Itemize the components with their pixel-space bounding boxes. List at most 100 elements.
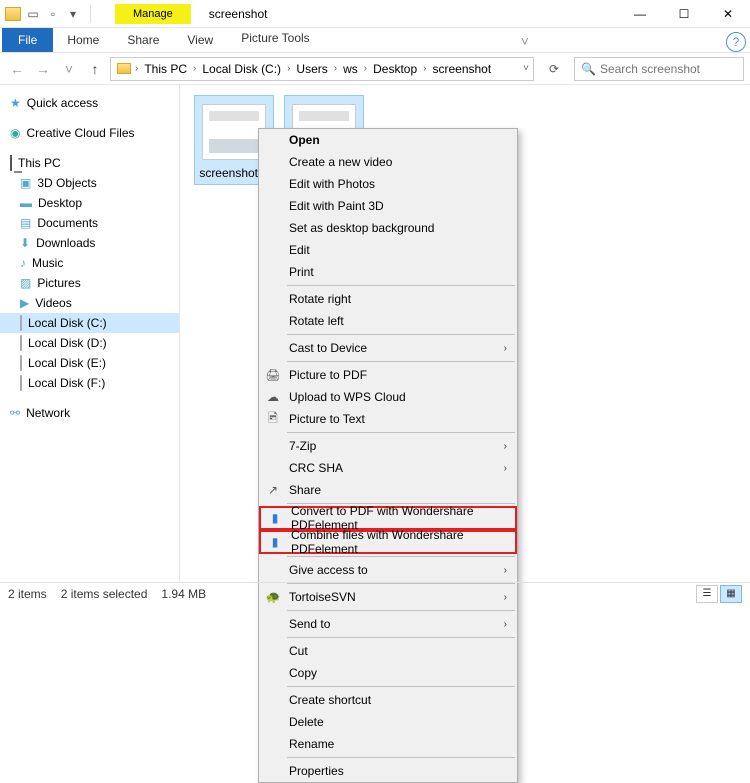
tab-home[interactable]: Home bbox=[53, 28, 113, 52]
close-button[interactable]: ✕ bbox=[706, 0, 750, 28]
cm-print[interactable]: Print bbox=[259, 261, 517, 283]
context-tab-manage[interactable]: Manage bbox=[115, 4, 191, 24]
cm-delete[interactable]: Delete bbox=[259, 711, 517, 733]
breadcrumb-item[interactable]: ws bbox=[339, 62, 362, 76]
sidebar-item-local-disk-c[interactable]: Local Disk (C:) bbox=[0, 313, 179, 333]
view-mode-switcher: ☰ ▦ bbox=[696, 585, 742, 603]
desktop-icon: ▬ bbox=[20, 196, 32, 210]
cm-upload-wps[interactable]: ☁Upload to WPS Cloud bbox=[259, 386, 517, 408]
sidebar-this-pc[interactable]: This PC bbox=[0, 153, 179, 173]
breadcrumb-item[interactable]: Local Disk (C:) bbox=[198, 62, 285, 76]
ribbon-tabs: File Home Share View Picture Tools ˅ ? bbox=[0, 28, 750, 53]
music-icon: ♪ bbox=[20, 256, 26, 270]
cm-picture-to-pdf[interactable]: 🖨Picture to PDF bbox=[259, 364, 517, 386]
sidebar-creative-cloud[interactable]: ◉Creative Cloud Files bbox=[0, 123, 179, 143]
ribbon-expand-icon[interactable]: ˅ bbox=[514, 30, 536, 52]
sidebar-item-local-disk-f[interactable]: Local Disk (F:) bbox=[0, 373, 179, 393]
sidebar-label: Local Disk (F:) bbox=[28, 376, 105, 390]
chevron-right-icon[interactable]: › bbox=[193, 63, 196, 74]
drive-icon bbox=[20, 376, 22, 390]
breadcrumb-item[interactable]: screenshot bbox=[428, 62, 495, 76]
sidebar-item-local-disk-e[interactable]: Local Disk (E:) bbox=[0, 353, 179, 373]
star-icon: ★ bbox=[10, 96, 21, 110]
details-view-button[interactable]: ☰ bbox=[696, 585, 718, 603]
new-folder-icon[interactable]: ▫ bbox=[44, 5, 62, 23]
sidebar-label: Documents bbox=[37, 216, 98, 230]
chevron-right-icon: › bbox=[504, 463, 507, 474]
properties-icon[interactable]: ▭ bbox=[24, 5, 42, 23]
back-button[interactable]: ← bbox=[6, 58, 28, 80]
maximize-button[interactable]: ☐ bbox=[662, 0, 706, 28]
cm-give-access[interactable]: Give access to› bbox=[259, 559, 517, 581]
qat-dropdown-icon[interactable]: ▾ bbox=[64, 5, 82, 23]
tab-picture-tools[interactable]: Picture Tools bbox=[227, 26, 323, 52]
pdfelement-icon: ▮ bbox=[267, 510, 283, 526]
tab-file[interactable]: File bbox=[2, 28, 53, 52]
sidebar-quick-access[interactable]: ★ Quick access bbox=[0, 93, 179, 113]
chevron-right-icon: › bbox=[504, 565, 507, 576]
sidebar-item-local-disk-d[interactable]: Local Disk (D:) bbox=[0, 333, 179, 353]
sidebar-label: Downloads bbox=[36, 236, 95, 250]
pdfelement-icon: ▮ bbox=[267, 534, 283, 550]
drive-icon bbox=[20, 336, 22, 350]
titlebar: ▭ ▫ ▾ Manage screenshot ― ☐ ✕ bbox=[0, 0, 750, 28]
cm-new-video[interactable]: Create a new video bbox=[259, 151, 517, 173]
cm-combine-pdf-wondershare[interactable]: ▮Combine files with Wondershare PDFeleme… bbox=[259, 530, 517, 554]
cm-set-background[interactable]: Set as desktop background bbox=[259, 217, 517, 239]
breadcrumb-item[interactable]: This PC bbox=[140, 62, 191, 76]
cm-open[interactable]: Open bbox=[259, 129, 517, 151]
tab-view[interactable]: View bbox=[173, 28, 227, 52]
chevron-right-icon[interactable]: › bbox=[135, 63, 138, 74]
sidebar-item-music[interactable]: ♪Music bbox=[0, 253, 179, 273]
status-bar: 2 items 2 items selected 1.94 MB ☰ ▦ bbox=[0, 582, 750, 604]
sidebar-item-pictures[interactable]: ▨Pictures bbox=[0, 273, 179, 293]
cm-convert-pdf-wondershare[interactable]: ▮Convert to PDF with Wondershare PDFelem… bbox=[259, 506, 517, 530]
address-dropdown-icon[interactable]: ˅ bbox=[523, 63, 529, 74]
cm-send-to[interactable]: Send to› bbox=[259, 613, 517, 635]
separator bbox=[287, 334, 515, 335]
sidebar-item-documents[interactable]: ▤Documents bbox=[0, 213, 179, 233]
cm-rotate-right[interactable]: Rotate right bbox=[259, 288, 517, 310]
recent-dropdown-icon[interactable]: ˅ bbox=[58, 58, 80, 80]
search-input[interactable]: 🔍 bbox=[574, 57, 744, 81]
chevron-right-icon[interactable]: › bbox=[287, 63, 290, 74]
address-bar[interactable]: › This PC › Local Disk (C:) › Users › ws… bbox=[110, 57, 534, 81]
cm-share[interactable]: ↗Share bbox=[259, 479, 517, 501]
sidebar-item-desktop[interactable]: ▬Desktop bbox=[0, 193, 179, 213]
up-button[interactable]: ↑ bbox=[84, 58, 106, 80]
cm-copy[interactable]: Copy bbox=[259, 662, 517, 684]
thumbnails-view-button[interactable]: ▦ bbox=[720, 585, 742, 603]
chevron-right-icon[interactable]: › bbox=[423, 63, 426, 74]
cm-7zip[interactable]: 7-Zip› bbox=[259, 435, 517, 457]
cm-rename[interactable]: Rename bbox=[259, 733, 517, 755]
chevron-right-icon[interactable]: › bbox=[334, 63, 337, 74]
navigation-pane: ★ Quick access ◉Creative Cloud Files This… bbox=[0, 85, 180, 582]
cm-edit-paint3d[interactable]: Edit with Paint 3D bbox=[259, 195, 517, 217]
breadcrumb-item[interactable]: Desktop bbox=[369, 62, 421, 76]
cm-edit[interactable]: Edit bbox=[259, 239, 517, 261]
cm-cut[interactable]: Cut bbox=[259, 640, 517, 662]
cm-cast-to-device[interactable]: Cast to Device› bbox=[259, 337, 517, 359]
search-field[interactable] bbox=[600, 62, 750, 76]
sidebar-network[interactable]: ⚯Network bbox=[0, 403, 179, 423]
refresh-button[interactable]: ⟳ bbox=[542, 57, 566, 81]
status-item-count: 2 items bbox=[8, 587, 47, 601]
cm-edit-photos[interactable]: Edit with Photos bbox=[259, 173, 517, 195]
forward-button[interactable]: → bbox=[32, 58, 54, 80]
sidebar-item-downloads[interactable]: ⬇Downloads bbox=[0, 233, 179, 253]
tab-share[interactable]: Share bbox=[113, 28, 173, 52]
help-button[interactable]: ? bbox=[726, 32, 746, 52]
chevron-right-icon[interactable]: › bbox=[364, 63, 367, 74]
sidebar-label: Network bbox=[26, 406, 70, 420]
minimize-button[interactable]: ― bbox=[618, 0, 662, 28]
cm-crc-sha[interactable]: CRC SHA› bbox=[259, 457, 517, 479]
cm-create-shortcut[interactable]: Create shortcut bbox=[259, 689, 517, 711]
sidebar-label: Quick access bbox=[27, 96, 98, 110]
breadcrumb-item[interactable]: Users bbox=[292, 62, 331, 76]
sidebar-item-3d-objects[interactable]: ▣3D Objects bbox=[0, 173, 179, 193]
cm-rotate-left[interactable]: Rotate left bbox=[259, 310, 517, 332]
cm-picture-to-text[interactable]: 🖻Picture to Text bbox=[259, 408, 517, 430]
separator bbox=[287, 285, 515, 286]
sidebar-item-videos[interactable]: ▶Videos bbox=[0, 293, 179, 313]
cm-properties[interactable]: Properties bbox=[259, 760, 517, 782]
